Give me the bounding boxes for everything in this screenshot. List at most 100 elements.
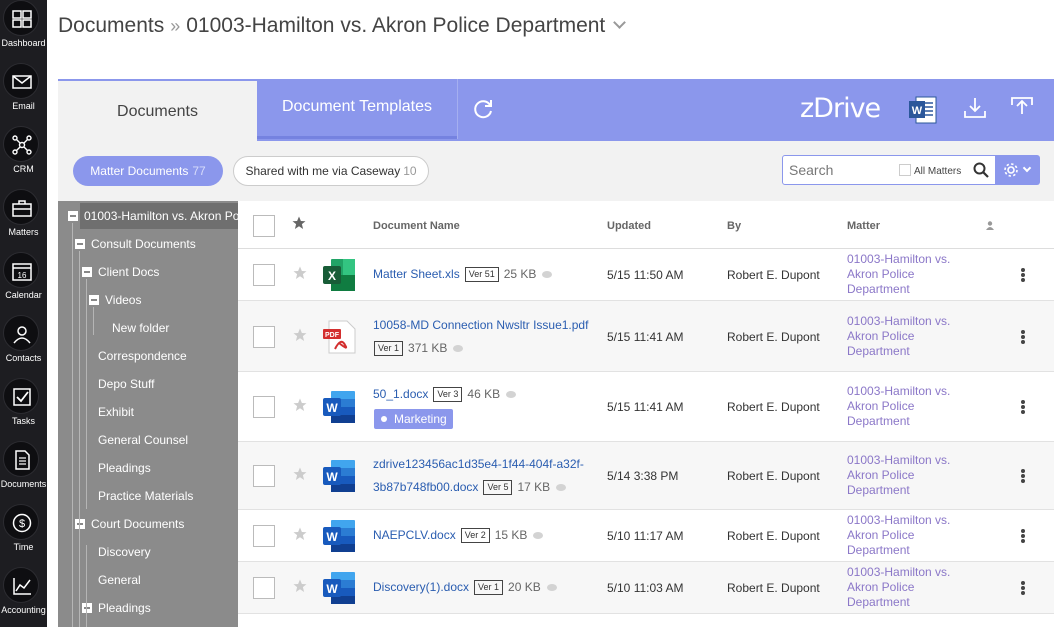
nav-accounting[interactable]: Accounting bbox=[0, 567, 47, 630]
star-icon[interactable] bbox=[293, 467, 307, 481]
row-checkbox[interactable] bbox=[253, 525, 275, 547]
tree-folder[interactable]: Depo Stuff bbox=[58, 371, 238, 397]
column-document-name[interactable]: Document Name bbox=[373, 220, 460, 232]
star-icon[interactable] bbox=[293, 527, 307, 541]
row-checkbox[interactable] bbox=[253, 264, 275, 286]
tab-documents[interactable]: Documents bbox=[58, 81, 257, 141]
tree-folder[interactable]: Discovery bbox=[58, 539, 238, 565]
star-icon[interactable] bbox=[293, 328, 307, 342]
document-name-link[interactable]: Matter Sheet.xls bbox=[373, 267, 460, 281]
nav-documents[interactable]: Documents bbox=[0, 441, 47, 504]
upload-icon[interactable] bbox=[1009, 94, 1035, 120]
version-badge[interactable]: Ver 3 bbox=[433, 387, 463, 402]
tab-document-templates[interactable]: Document Templates bbox=[257, 79, 457, 139]
star-icon[interactable] bbox=[293, 266, 307, 280]
more-options-icon[interactable] bbox=[1021, 268, 1025, 282]
column-matter[interactable]: Matter bbox=[847, 220, 880, 232]
tree-folder[interactable]: Exhibit bbox=[58, 399, 238, 425]
tag-badge[interactable]: Marketing bbox=[374, 409, 453, 429]
tree-folder[interactable]: Practice Materials bbox=[58, 483, 238, 509]
comment-icon[interactable] bbox=[453, 344, 464, 352]
table-row[interactable]: Wzdrive123456ac1d35e4-1f44-404f-a32f- 3b8… bbox=[238, 442, 1054, 510]
row-checkbox[interactable] bbox=[253, 325, 275, 348]
shared-with-me-filter[interactable]: Shared with me via Caseway 10 bbox=[233, 156, 429, 186]
matter-link[interactable]: 01003-Hamilton vs. Akron Police Departme… bbox=[847, 252, 967, 297]
collapse-toggle-icon[interactable] bbox=[89, 295, 99, 305]
collapse-toggle-icon[interactable] bbox=[75, 519, 85, 529]
checkbox[interactable] bbox=[899, 164, 911, 176]
matter-link[interactable]: 01003-Hamilton vs. Akron Police Departme… bbox=[847, 513, 967, 558]
document-name-link[interactable]: NAEPCLV.docx bbox=[373, 528, 456, 542]
document-name-link[interactable]: Discovery(1).docx bbox=[373, 580, 469, 594]
refresh-icon[interactable] bbox=[472, 97, 496, 121]
more-options-icon[interactable] bbox=[1021, 329, 1025, 344]
nav-tasks[interactable]: Tasks bbox=[0, 378, 47, 441]
select-all-checkbox[interactable] bbox=[253, 215, 275, 237]
document-name-link-continued[interactable]: 3b87b748fb00.docx bbox=[373, 480, 478, 494]
version-badge[interactable]: Ver 51 bbox=[464, 267, 499, 282]
tree-folder[interactable]: Pleadings bbox=[58, 595, 238, 621]
word-add-in-icon[interactable]: W bbox=[908, 95, 938, 125]
tree-folder[interactable]: General Counsel bbox=[58, 427, 238, 453]
search-input[interactable] bbox=[789, 161, 889, 179]
collapse-toggle-icon[interactable] bbox=[75, 239, 85, 249]
matter-link[interactable]: 01003-Hamilton vs. Akron Police Departme… bbox=[847, 453, 967, 498]
tree-folder[interactable]: Court Documents bbox=[58, 511, 238, 537]
row-checkbox[interactable] bbox=[253, 465, 275, 487]
more-options-icon[interactable] bbox=[1021, 469, 1025, 483]
all-matters-checkbox[interactable]: All Matters bbox=[899, 164, 961, 177]
matter-documents-filter[interactable]: Matter Documents 77 bbox=[73, 156, 223, 186]
tree-folder[interactable]: 01003-Hamilton vs. Akron Police Departme… bbox=[68, 203, 238, 229]
table-row[interactable]: W NAEPCLV.docx Ver 2 15 KB 5/10 11:17 AM Robe… bbox=[238, 510, 1054, 562]
table-row[interactable]: PDF 10058-MD Connection Nwsltr Issue1.pdf… bbox=[238, 301, 1054, 372]
tree-folder[interactable]: Videos bbox=[58, 287, 238, 313]
comment-icon[interactable] bbox=[542, 271, 553, 278]
chevron-down-icon[interactable] bbox=[613, 16, 627, 29]
row-checkbox[interactable] bbox=[253, 577, 275, 599]
matter-link[interactable]: 01003-Hamilton vs. Akron Police Departme… bbox=[847, 384, 967, 429]
breadcrumb-root[interactable]: Documents bbox=[58, 14, 164, 37]
nav-dashboard[interactable]: Dashboard bbox=[0, 0, 47, 63]
nav-contacts[interactable]: Contacts bbox=[0, 315, 47, 378]
document-name-link[interactable]: 10058-MD Connection Nwsltr Issue1.pdf bbox=[373, 318, 588, 332]
matter-link[interactable]: 01003-Hamilton vs. Akron Police Departme… bbox=[847, 565, 967, 610]
version-badge[interactable]: Ver 5 bbox=[483, 480, 513, 495]
version-badge[interactable]: Ver 1 bbox=[474, 580, 504, 595]
tree-folder[interactable]: Correspondence bbox=[58, 343, 238, 369]
version-badge[interactable]: Ver 2 bbox=[460, 528, 490, 543]
star-icon[interactable] bbox=[293, 398, 307, 412]
comment-icon[interactable] bbox=[546, 584, 557, 591]
collapse-toggle-icon[interactable] bbox=[68, 211, 78, 221]
comment-icon[interactable] bbox=[533, 532, 544, 539]
tree-folder[interactable]: Pleadings bbox=[58, 455, 238, 481]
nav-time[interactable]: $ Time bbox=[0, 504, 47, 567]
tree-folder[interactable]: Consult Documents bbox=[58, 231, 238, 257]
comment-icon[interactable] bbox=[506, 391, 517, 398]
tree-folder[interactable]: General bbox=[58, 567, 238, 593]
more-options-icon[interactable] bbox=[1021, 400, 1025, 414]
table-row[interactable]: W 50_1.docx Ver 3 46 KB Marketing 5/15 11:41 … bbox=[238, 372, 1054, 442]
comment-icon[interactable] bbox=[556, 484, 567, 491]
search-icon[interactable] bbox=[973, 162, 989, 178]
table-row[interactable]: W Discovery(1).docx Ver 1 20 KB 5/10 11:03 A… bbox=[238, 562, 1054, 614]
collapse-toggle-icon[interactable] bbox=[82, 603, 92, 613]
table-row[interactable]: X Matter Sheet.xls Ver 51 25 KB 5/15 11:50 A… bbox=[238, 249, 1054, 301]
nav-matters[interactable]: Matters bbox=[0, 189, 47, 252]
tree-folder[interactable]: Client Docs bbox=[58, 259, 238, 285]
settings-button[interactable] bbox=[996, 155, 1040, 185]
download-icon[interactable] bbox=[962, 95, 988, 121]
more-options-icon[interactable] bbox=[1021, 529, 1025, 543]
collapse-toggle-icon[interactable] bbox=[82, 267, 92, 277]
tree-folder[interactable]: New folder bbox=[58, 315, 238, 341]
document-name-link[interactable]: zdrive123456ac1d35e4-1f44-404f-a32f- bbox=[373, 457, 584, 471]
version-badge[interactable]: Ver 1 bbox=[374, 340, 404, 356]
column-updated[interactable]: Updated bbox=[607, 220, 651, 232]
star-icon[interactable] bbox=[293, 579, 307, 593]
more-options-icon[interactable] bbox=[1021, 581, 1025, 595]
row-checkbox[interactable] bbox=[253, 396, 275, 418]
matter-link[interactable]: 01003-Hamilton vs. Akron Police Departme… bbox=[847, 314, 967, 359]
star-icon[interactable] bbox=[292, 216, 306, 230]
column-by[interactable]: By bbox=[727, 220, 741, 232]
nav-email[interactable]: Email bbox=[0, 63, 47, 126]
nav-calendar[interactable]: 16 Calendar bbox=[0, 252, 47, 315]
